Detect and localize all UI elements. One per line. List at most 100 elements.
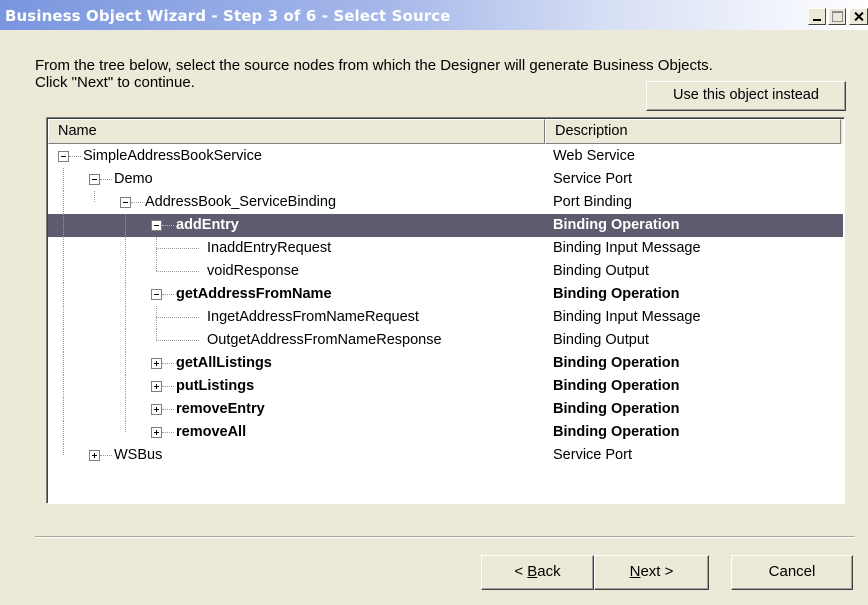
collapse-icon[interactable] [89,174,100,185]
tree-row-label: getAllListings [176,355,272,371]
tree-connector-line [63,329,64,352]
tree-row-name-cell: getAllListings [48,352,545,375]
tree-row-label: putListings [176,378,255,394]
tree-connector-line [63,237,64,260]
back-rest: ack [537,563,561,580]
tree-row-label: AddressBook_ServiceBinding [145,194,337,210]
tree-row-name-cell: Demo [48,168,545,191]
tree-row-name-cell: IngetAddressFromNameRequest [48,306,545,329]
tree-connector-line [125,375,126,398]
tree-connector-line [162,363,174,364]
next-mnemonic: N [629,563,641,580]
tree-connector-line [69,156,81,157]
expand-icon[interactable] [151,404,162,415]
tree-row-label: OutgetAddressFromNameResponse [207,332,442,348]
tree-connector-line [63,421,64,444]
tree-row-description: Service Port [553,447,632,463]
tree-row-description: Binding Output [553,332,649,348]
next-rest: ext > [640,563,674,580]
maximize-icon[interactable] [828,8,846,25]
tree-connector-line [131,202,143,203]
tree-row-label: IngetAddressFromNameRequest [207,309,419,325]
tree-row[interactable]: OutgetAddressFromNameResponse Binding Out… [48,329,843,352]
tree-row-label: addEntry [176,217,239,233]
tree-connector-line [162,225,174,226]
tree-connector-line [162,432,174,433]
tree-row-description: Binding Input Message [553,240,701,256]
cancel-button[interactable]: Cancel [731,555,853,590]
tree-connector-line [162,386,174,387]
tree-row-description: Binding Operation [553,286,680,302]
tree-row[interactable]: addEntry Binding Operation [48,214,843,237]
tree-connector-line [156,340,199,341]
tree-row-description: Binding Output [553,263,649,279]
next-button[interactable]: Next > [594,555,709,590]
close-icon[interactable] [849,8,868,25]
tree-connector-line [162,409,174,410]
tree-row[interactable]: getAllListings Binding Operation [48,352,843,375]
tree-rows: SimpleAddressBookService Web Service Demo S… [48,145,843,467]
collapse-icon[interactable] [120,197,131,208]
tree-row[interactable]: removeEntry Binding Operation [48,398,843,421]
tree-connector-line [125,329,126,352]
tree-row-label: Demo [114,171,153,187]
tree-connector-line [94,191,95,202]
tree-row[interactable]: IngetAddressFromNameRequest Binding Input… [48,306,843,329]
tree-connector-line [63,191,64,214]
tree-row[interactable]: InaddEntryRequest Binding Input Message [48,237,843,260]
tree-row-label: SimpleAddressBookService [83,148,262,164]
tree-connector-line [156,317,199,318]
tree-row-description: Binding Operation [553,355,680,371]
tree-row[interactable]: getAddressFromName Binding Operation [48,283,843,306]
tree-row[interactable]: removeAll Binding Operation [48,421,843,444]
tree-row-description: Binding Operation [553,424,680,440]
tree-row[interactable]: Demo Service Port [48,168,843,191]
collapse-icon[interactable] [151,289,162,300]
minimize-icon[interactable] [808,8,826,25]
use-this-object-button[interactable]: Use this object instead [646,81,846,111]
source-tree[interactable]: Name Description SimpleAddressBookServic… [46,117,845,504]
title-bar[interactable]: Business Object Wizard - Step 3 of 6 - S… [0,0,868,30]
tree-connector-line [63,444,64,455]
tree-connector-line [100,455,112,456]
tree-connector-line [156,248,199,249]
tree-connector-line [63,375,64,398]
expand-icon[interactable] [151,358,162,369]
tree-row-name-cell: putListings [48,375,545,398]
tree-row[interactable]: AddressBook_ServiceBinding Port Binding [48,191,843,214]
tree-row-name-cell: InaddEntryRequest [48,237,545,260]
collapse-icon[interactable] [151,220,162,231]
tree-row-label: voidResponse [207,263,299,279]
back-button[interactable]: < Back [481,555,594,590]
expand-icon[interactable] [151,381,162,392]
tree-connector-line [125,214,126,237]
tree-connector-line [125,283,126,306]
tree-connector-line [63,306,64,329]
tree-row-label: WSBus [114,447,163,463]
window-title: Business Object Wizard - Step 3 of 6 - S… [5,7,451,25]
column-header-description[interactable]: Description [545,119,841,144]
tree-connector-line [125,260,126,283]
tree-row-name-cell: addEntry [48,214,545,237]
tree-row[interactable]: putListings Binding Operation [48,375,843,398]
wizard-window: Business Object Wizard - Step 3 of 6 - S… [0,0,868,605]
tree-connector-line [100,179,112,180]
tree-row-name-cell: removeAll [48,421,545,444]
tree-row-description: Binding Operation [553,378,680,394]
tree-connector-line [125,237,126,260]
tree-connector-line [125,306,126,329]
tree-connector-line [125,398,126,421]
tree-connector-line [125,421,126,432]
column-header-name[interactable]: Name [48,119,545,144]
tree-row-label: InaddEntryRequest [207,240,332,256]
separator-line [35,536,855,538]
collapse-icon[interactable] [58,151,69,162]
tree-row-name-cell: AddressBook_ServiceBinding [48,191,545,214]
tree-row[interactable]: WSBus Service Port [48,444,843,467]
tree-connector-line [156,271,199,272]
tree-row-description: Port Binding [553,194,632,210]
tree-row[interactable]: SimpleAddressBookService Web Service [48,145,843,168]
expand-icon[interactable] [151,427,162,438]
expand-icon[interactable] [89,450,100,461]
tree-row[interactable]: voidResponse Binding Output [48,260,843,283]
